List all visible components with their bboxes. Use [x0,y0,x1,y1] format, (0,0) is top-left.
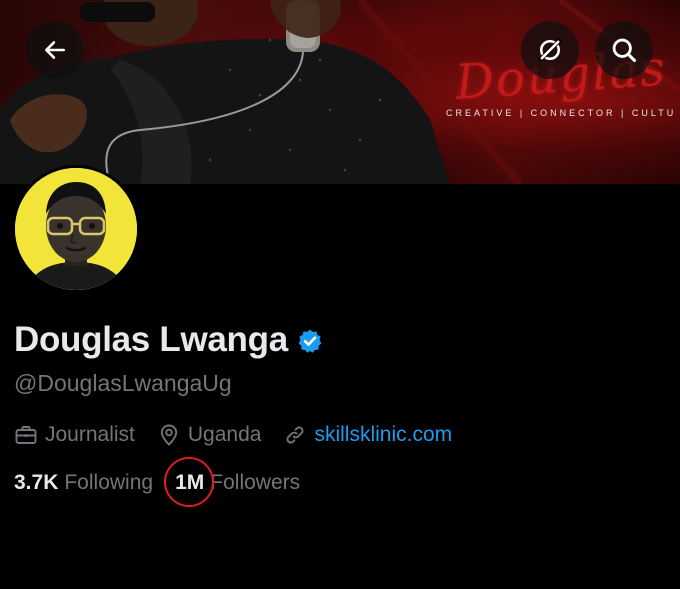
grok-button[interactable] [521,21,579,79]
display-name: Douglas Lwanga [14,320,288,359]
avatar[interactable] [12,165,140,293]
arrow-left-icon [45,41,65,59]
link-icon [286,426,304,444]
search-icon [612,38,637,63]
location-pin-icon [160,424,178,446]
profile-banner[interactable]: Douglas Lwanga CREATIVE | CONNECTOR | CU… [0,0,680,184]
banner-tagline: CREATIVE | CONNECTOR | CULTU [446,108,677,118]
profession-item: Journalist [14,423,135,447]
profession-text: Journalist [45,423,135,446]
profile-name-row: Douglas Lwanga [14,320,323,360]
followers-label: Followers [210,471,301,494]
verified-badge-icon[interactable] [297,328,323,354]
following-stat[interactable]: 3.7K Following [14,471,153,495]
location-item: Uganda [157,423,262,447]
location-text: Uganda [187,423,262,446]
following-label: Following [64,471,154,494]
profile-meta: Journalist Uganda skillsklinic.com [14,423,474,447]
grok-icon [538,38,562,62]
website-item[interactable]: skillsklinic.com [283,423,452,447]
search-button[interactable] [595,21,653,79]
briefcase-icon [15,426,37,444]
followers-stat[interactable]: 1M Followers [164,457,301,507]
following-count: 3.7K [14,471,59,494]
highlight-circle [164,457,215,507]
back-button[interactable] [26,21,84,79]
website-link[interactable]: skillsklinic.com [314,423,452,447]
follow-stats: 3.7K Following 1M Followers [14,457,301,507]
avatar-image [15,168,137,290]
user-handle: @DouglasLwangaUg [14,370,232,396]
